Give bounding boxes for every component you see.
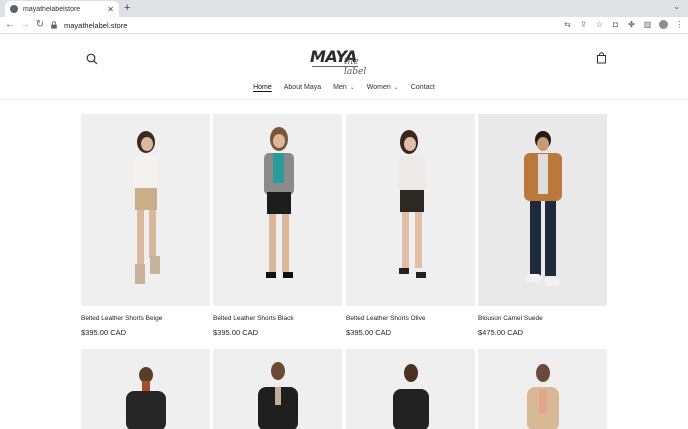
- chevron-down-icon: ⌄: [393, 85, 399, 91]
- model-photo-row2-4: [526, 364, 559, 429]
- site-favicon-icon: [10, 5, 18, 13]
- store-header: MAYA the label Home About Maya Men ⌄ Wome…: [0, 35, 688, 100]
- product-price: $395.00 CAD: [213, 328, 259, 337]
- nav-item-home[interactable]: Home: [253, 84, 272, 91]
- product-image[interactable]: [81, 349, 210, 429]
- reload-button[interactable]: ↻: [34, 19, 46, 31]
- model-photo-row2-1: [125, 367, 166, 429]
- side-panel-icon[interactable]: ▥: [643, 19, 652, 30]
- product-name[interactable]: Belted Leather Shorts Olive: [346, 315, 426, 322]
- browser-tab[interactable]: mayathelabelstore ✕: [5, 1, 119, 17]
- main-navigation: Home About Maya Men ⌄ Women ⌄ Contact: [0, 84, 688, 91]
- product-image[interactable]: [81, 114, 210, 306]
- nav-item-about-maya[interactable]: About Maya: [284, 84, 321, 91]
- tab-title: mayathelabelstore: [23, 5, 81, 13]
- tab-search-chevron-icon[interactable]: ⌄: [673, 2, 680, 11]
- product-name[interactable]: Belted Leather Shorts Beige: [81, 315, 162, 322]
- translate-icon[interactable]: ⇆: [563, 19, 572, 30]
- product-name[interactable]: Blouson Camel Suede: [478, 315, 543, 322]
- product-price: $395.00 CAD: [81, 328, 127, 337]
- logo-sub-text: the label: [344, 57, 367, 77]
- forward-button[interactable]: →: [19, 19, 31, 31]
- product-card[interactable]: [478, 349, 607, 429]
- url-text: mayathelabel.store: [64, 20, 128, 30]
- menu-kebab-icon[interactable]: ⋮: [675, 19, 684, 30]
- profile-avatar-icon[interactable]: [659, 19, 668, 30]
- product-name[interactable]: Belted Leather Shorts Black: [213, 315, 294, 322]
- product-image[interactable]: [213, 349, 342, 429]
- product-card[interactable]: Belted Leather Shorts Beige $395.00 CAD: [81, 114, 210, 337]
- product-card[interactable]: Blouson Camel Suede $475.00 CAD: [478, 114, 607, 337]
- share-icon[interactable]: ⇪: [579, 19, 588, 30]
- product-image[interactable]: [213, 114, 342, 306]
- product-card[interactable]: [346, 349, 475, 429]
- chevron-down-icon: ⌄: [349, 85, 355, 91]
- model-photo-beige-shorts: [133, 131, 160, 284]
- cart-icon[interactable]: [596, 52, 607, 64]
- model-photo-row2-2: [257, 362, 298, 429]
- product-image[interactable]: [478, 349, 607, 429]
- extensions-puzzle-icon[interactable]: ✤: [627, 19, 636, 30]
- search-icon[interactable]: [86, 53, 98, 65]
- address-bar[interactable]: mayathelabel.store: [50, 18, 600, 32]
- nav-item-women[interactable]: Women ⌄: [367, 84, 399, 91]
- new-tab-button[interactable]: +: [124, 2, 130, 15]
- lock-icon: [51, 21, 57, 29]
- model-photo-camel-suede: [523, 131, 562, 286]
- product-image[interactable]: [346, 349, 475, 429]
- model-photo-olive-shorts: [397, 130, 426, 278]
- bookmark-star-icon[interactable]: ☆: [595, 19, 604, 30]
- store-logo[interactable]: MAYA the label: [310, 45, 380, 77]
- product-price: $395.00 CAD: [346, 328, 392, 337]
- logo-underline: [312, 66, 358, 67]
- nav-item-contact[interactable]: Contact: [411, 84, 435, 91]
- product-image[interactable]: [478, 114, 607, 306]
- browser-tab-bar: mayathelabelstore ✕ + ⌄: [0, 0, 688, 17]
- tab-close-icon[interactable]: ✕: [107, 5, 114, 14]
- product-card[interactable]: [81, 349, 210, 429]
- product-card[interactable]: [213, 349, 342, 429]
- nav-item-men[interactable]: Men ⌄: [333, 84, 355, 91]
- product-price: $475.00 CAD: [478, 328, 524, 337]
- back-button[interactable]: ←: [4, 19, 16, 31]
- camera-icon[interactable]: ◘: [611, 19, 620, 30]
- product-image[interactable]: [346, 114, 475, 306]
- model-photo-black-shorts: [263, 127, 294, 278]
- browser-toolbar: ← → ↻ mayathelabel.store ⇆ ⇪ ☆ ◘ ✤ ▥ ⋮: [0, 17, 688, 34]
- product-card[interactable]: Belted Leather Shorts Black $395.00 CAD: [213, 114, 342, 337]
- product-card[interactable]: Belted Leather Shorts Olive $395.00 CAD: [346, 114, 475, 337]
- model-photo-row2-3: [392, 364, 429, 429]
